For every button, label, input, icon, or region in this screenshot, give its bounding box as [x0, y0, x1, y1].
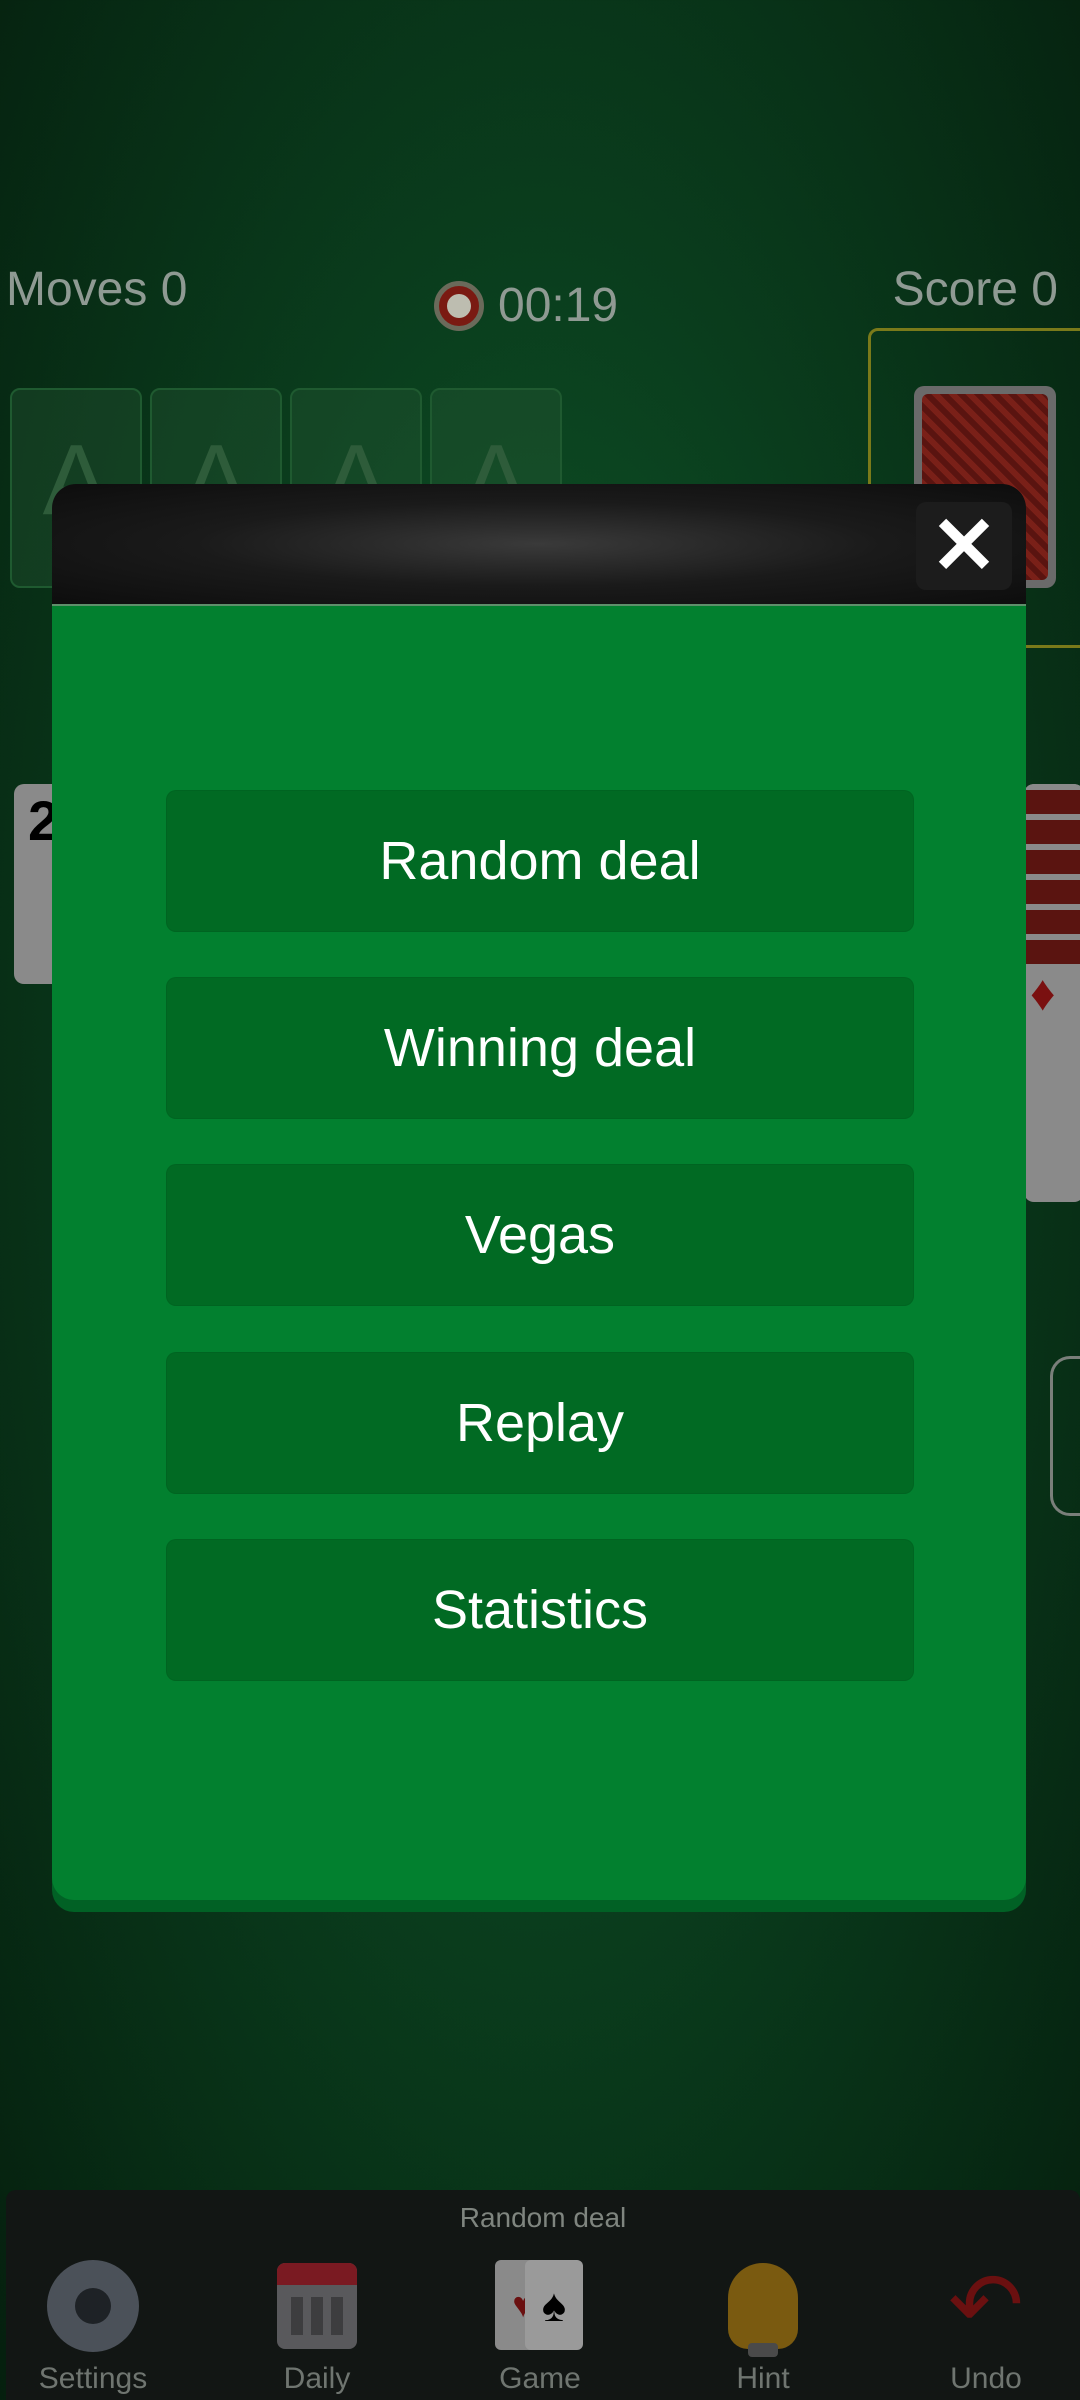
timer: 00:19 [434, 278, 618, 333]
settings-label: Settings [38, 2362, 148, 2395]
daily-label: Daily [283, 2362, 351, 2395]
hint-label: Hint [736, 2362, 790, 2395]
alarm-clock-icon [434, 280, 484, 331]
moves-counter: Moves 0 [6, 263, 188, 316]
random-deal-button[interactable]: Random deal [166, 790, 914, 932]
side-drawer-handle[interactable] [1050, 1356, 1080, 1516]
timer-value: 00:19 [498, 279, 619, 332]
bottom-toolbar: Random deal Settings Daily ♥ ♠ Game Hint… [6, 2190, 1080, 2400]
modal-header [52, 484, 1026, 604]
game-label: Game [499, 2362, 581, 2395]
undo-button[interactable]: ↶ Undo [911, 2258, 1061, 2396]
gear-icon [47, 2260, 139, 2352]
score-counter: Score 0 [892, 263, 1058, 316]
winning-deal-button[interactable]: Winning deal [166, 977, 914, 1119]
tableau-column[interactable]: ♦ [1024, 784, 1080, 1202]
lightbulb-icon [728, 2263, 798, 2357]
diamond-suit-icon: ♦ [1030, 965, 1056, 1021]
statistics-button[interactable]: Statistics [166, 1539, 914, 1681]
settings-button[interactable]: Settings [18, 2258, 168, 2396]
daily-button[interactable]: Daily [242, 2258, 392, 2396]
close-button[interactable]: ✕ [916, 502, 1012, 590]
cards-icon: ♥ ♠ [495, 2260, 585, 2352]
game-button[interactable]: ♥ ♠ Game [465, 2258, 615, 2396]
undo-label: Undo [950, 2362, 1022, 2395]
game-mode-label: Random deal [459, 2202, 627, 2233]
calendar-icon [277, 2263, 357, 2349]
card-backs [1024, 784, 1080, 964]
replay-button[interactable]: Replay [166, 1352, 914, 1494]
hint-button[interactable]: Hint [688, 2258, 838, 2396]
vegas-button[interactable]: Vegas [166, 1164, 914, 1306]
undo-arrow-icon: ↶ [948, 2256, 1024, 2356]
